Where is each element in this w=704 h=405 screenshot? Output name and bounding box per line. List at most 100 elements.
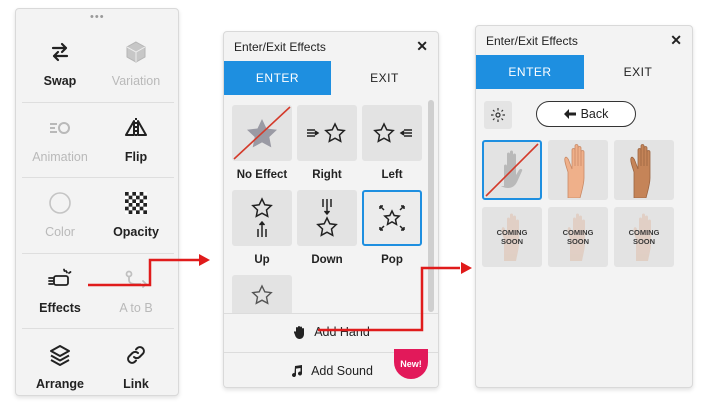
coming-soon-label: COMING SOON [628,228,660,246]
link-button[interactable]: Link [98,329,174,405]
swap-button[interactable]: Swap [22,27,98,102]
color-label: Color [45,225,75,240]
tool-row: Arrange Link [22,329,174,405]
effects-panel-hands: Enter/Exit Effects ✕ ENTER EXIT Back COM… [475,25,693,388]
scrollbar[interactable] [428,100,434,312]
link-label: Link [123,376,149,391]
effect-tile[interactable] [297,105,357,161]
path-icon [125,270,148,288]
layers-icon [50,344,70,366]
cube-icon [126,41,146,63]
animation-icon [50,121,70,134]
panel-title: Enter/Exit Effects [486,33,578,48]
arrowhead-2 [461,262,472,274]
a-to-b-label: A to B [119,300,153,315]
music-note-icon [292,364,303,377]
hand-icon [294,325,305,339]
effect-pop[interactable]: Pop [362,190,422,266]
back-label: Back [580,107,609,121]
arrow-left-icon [563,109,576,119]
variation-label: Variation [111,74,161,89]
add-hand-button[interactable]: Add Hand [224,313,438,349]
sparkle-icon [491,108,505,122]
effects-panel-enter: Enter/Exit Effects ✕ ENTER EXIT No Effec… [223,31,439,388]
tool-grid: Swap Variation Animation Flip Color Opac… [22,27,174,405]
opacity-button[interactable]: Opacity [98,178,174,253]
hand-light-skin-icon [564,144,585,198]
tool-row: Color Opacity [22,178,174,254]
tab-bar: ENTER EXIT [224,61,438,95]
sparkle-arrow-icon [48,268,72,286]
effect-tile[interactable] [232,190,292,246]
effects-label: Effects [39,300,81,315]
effect-tile[interactable] [232,275,292,315]
effect-partial[interactable] [232,275,292,315]
effect-label: Left [381,169,403,181]
close-icon[interactable]: ✕ [416,38,428,55]
arrange-button[interactable]: Arrange [22,329,98,405]
swap-label: Swap [43,74,77,89]
star-up-icon [251,197,273,237]
effect-tile[interactable] [362,105,422,161]
panel-title: Enter/Exit Effects [234,39,326,54]
add-sound-label: Add Sound [311,363,373,378]
star-down-icon [316,199,338,237]
effects-button[interactable]: Effects [22,254,98,329]
tool-row: Animation Flip [22,103,174,178]
effect-tile[interactable] [297,190,357,246]
coming-soon-label: COMING SOON [496,228,528,246]
animation-label: Animation [32,149,88,164]
panel-header: Enter/Exit Effects ✕ [476,26,692,55]
hand-medium[interactable] [614,140,674,200]
hand-light[interactable] [548,140,608,200]
effect-label: Down [311,254,343,266]
variation-button[interactable]: Variation [98,27,174,102]
hand-none[interactable] [482,140,542,200]
hand-toolbar: Back [484,101,684,131]
tab-exit[interactable]: EXIT [331,61,438,95]
flip-icon [125,117,147,138]
arrowhead-1 [199,254,210,266]
star-pop-icon [379,205,405,231]
color-button[interactable]: Color [22,178,98,253]
effect-right[interactable]: Right [297,105,357,181]
tab-enter[interactable]: ENTER [224,61,331,95]
flip-label: Flip [124,149,148,164]
tab-exit[interactable]: EXIT [584,55,692,89]
drag-handle[interactable]: ••• [90,11,105,23]
star-from-right-icon [373,122,412,143]
arrange-label: Arrange [36,376,84,391]
hand-medium-skin-icon [630,144,651,198]
swap-arrows-icon [51,43,69,62]
opacity-label: Opacity [113,225,159,240]
effect-left[interactable]: Left [362,105,422,181]
no-hand-icon [485,143,539,197]
back-button[interactable]: Back [536,101,636,127]
panel-header: Enter/Exit Effects ✕ [224,32,438,61]
effect-tile[interactable] [232,105,292,161]
tools-panel: ••• Swap Variation Animation Flip Color … [15,8,179,396]
checker-icon [125,192,147,215]
animation-button[interactable]: Animation [22,103,98,178]
coming-soon-label: COMING SOON [562,228,594,246]
effect-label: No Effect [236,169,288,181]
sparkle-button[interactable] [484,101,512,129]
tab-enter[interactable]: ENTER [476,55,584,89]
a-to-b-button[interactable]: A to B [98,254,174,329]
no-effect-star-icon [233,106,291,160]
flip-button[interactable]: Flip [98,103,174,178]
close-icon[interactable]: ✕ [670,32,682,49]
hand-coming-soon: COMING SOON [614,207,674,267]
add-sound-button[interactable]: Add Sound New! [224,349,438,387]
effect-label: Right [312,169,342,181]
effect-no-effect[interactable]: No Effect [232,105,292,181]
star-from-left-icon [307,122,346,143]
effect-tile-selected[interactable] [362,190,422,246]
chain-link-icon [127,345,145,364]
circle-icon [49,192,71,215]
new-badge: New! [394,349,428,379]
tab-bar: ENTER EXIT [476,55,692,89]
effect-down[interactable]: Down [297,190,357,266]
effect-label: Up [254,254,270,266]
effect-up[interactable]: Up [232,190,292,266]
